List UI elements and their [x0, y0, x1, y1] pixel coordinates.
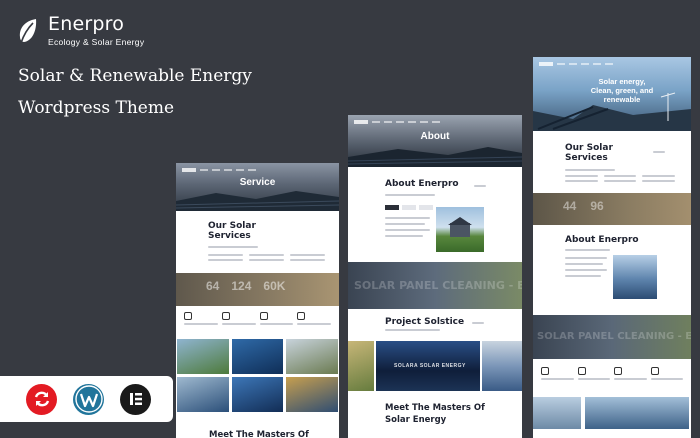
leaf-icon [19, 18, 37, 43]
elementor-icon [120, 383, 151, 415]
bottom-images [533, 397, 691, 437]
features-row [533, 359, 691, 397]
about-image [613, 255, 657, 299]
gallery-grid [176, 339, 339, 412]
hero-title: Service [239, 177, 276, 188]
refresh-icon [26, 383, 57, 415]
nav-bar [182, 168, 333, 172]
mockup-about-page: About About Enerpro SOLAR PANEL CLEANING… [348, 115, 522, 438]
about-title: About Enerpro [565, 235, 639, 245]
services-section: Our Solar Services [533, 131, 691, 193]
stat-value: 60K [263, 279, 286, 293]
brand-tagline: Ecology & Solar Energy [48, 37, 145, 47]
bottom-title: Meet The Masters Of [209, 430, 309, 438]
mockup-home-page: Solar energy, Clean, green, and renewabl… [533, 57, 691, 438]
stats-banner: 64 124 60K [176, 273, 339, 306]
team-title-1: Meet The Masters Of [385, 403, 485, 413]
team-title-2: Solar Energy [385, 415, 447, 425]
headline-line-2: Wordpress Theme [18, 98, 175, 118]
mockup-service-page: Service Our Solar Services 64 124 60K Me… [176, 163, 339, 438]
cleaning-banner: SOLAR PANEL CLEANING - ENER [533, 315, 691, 359]
brand-text: Enerpro Ecology & Solar Energy [48, 14, 144, 47]
project-section: Project Solstice SOLARA SOLAR ENERGY Mee… [348, 309, 522, 437]
about-section: About Enerpro [533, 225, 691, 315]
project-image-right [482, 341, 522, 391]
stat-value: 44 [563, 199, 577, 213]
features-row [176, 306, 339, 339]
headline: Solar & Renewable Energy Wordpress Theme [18, 60, 252, 124]
nav-bar [539, 62, 685, 66]
stat-value: 124 [231, 279, 252, 293]
section-title: Our Solar Services [208, 221, 256, 241]
hero-title: About [420, 131, 450, 142]
project-image-left [348, 341, 374, 391]
services-section: Our Solar Services [176, 211, 339, 273]
brand: Enerpro Ecology & Solar Energy [16, 14, 144, 47]
nav-bar [354, 120, 516, 124]
about-title: About Enerpro [385, 179, 459, 189]
wordpress-icon [73, 383, 104, 415]
stat-value: 64 [206, 279, 220, 293]
brand-name: Enerpro [48, 13, 125, 35]
project-image-main: SOLARA SOLAR ENERGY [376, 341, 480, 391]
about-hero: About [348, 115, 522, 167]
about-image [436, 207, 484, 252]
hero-line-2: Clean, green, and [590, 86, 654, 95]
section-title: Our Solar Services [565, 143, 613, 163]
banner-text: SOLAR PANEL CLEANING - ENER [537, 331, 691, 342]
project-title: Project Solstice [385, 317, 465, 327]
hero-line-1: Solar energy, [598, 77, 646, 86]
cleaning-banner: SOLAR PANEL CLEANING - ENER [348, 262, 522, 309]
service-hero: Service [176, 163, 339, 211]
stats-banner: 44 96 [533, 193, 691, 225]
compatibility-badges [0, 376, 173, 422]
image-caption: SOLARA SOLAR ENERGY [394, 363, 466, 369]
banner-text: SOLAR PANEL CLEANING - ENER [354, 279, 522, 292]
headline-line-1: Solar & Renewable Energy [18, 66, 252, 86]
hero-line-3: renewable [603, 95, 641, 104]
about-section: About Enerpro [348, 167, 522, 262]
stat-value: 96 [590, 199, 604, 213]
home-hero: Solar energy, Clean, green, and renewabl… [533, 57, 691, 131]
